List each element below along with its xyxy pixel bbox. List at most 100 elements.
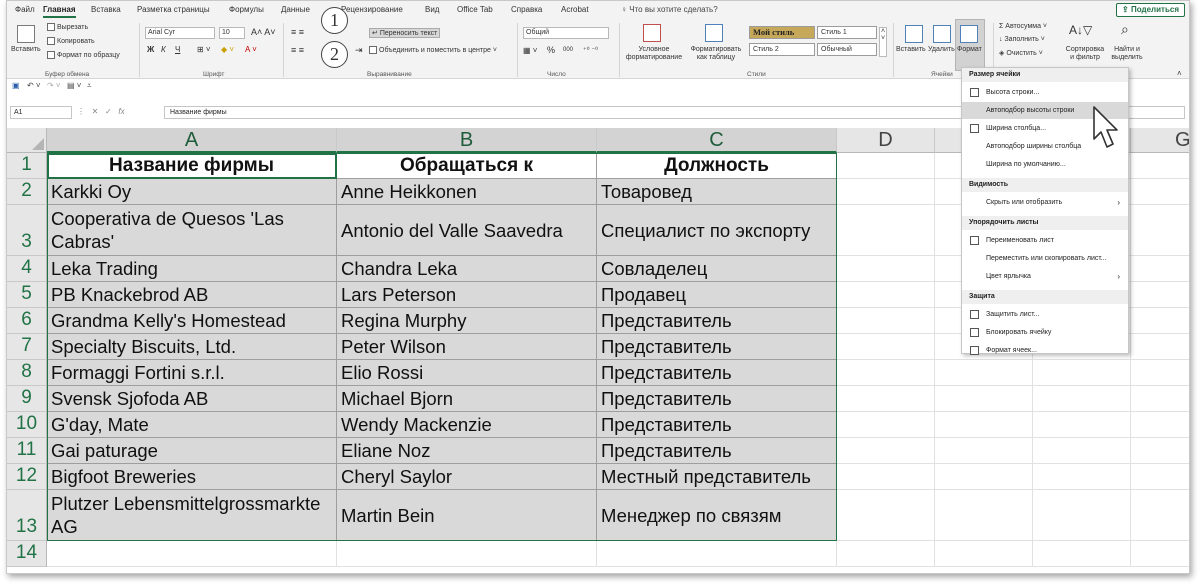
cell-b6[interactable]: Regina Murphy (337, 308, 597, 334)
customize-qat-icon[interactable]: ⩡ (87, 81, 92, 91)
format-painter-button[interactable]: Формат по образцу (47, 51, 120, 59)
styles-scroll-icon[interactable]: ˄ ˅ (879, 27, 887, 57)
column-header-d[interactable]: D (837, 128, 935, 153)
align-left-icon[interactable]: ≡ ≡ (291, 45, 304, 55)
menu-item[interactable]: Цвет ярлычка › (962, 268, 1128, 285)
empty-cell[interactable] (837, 490, 935, 541)
empty-cell[interactable] (935, 464, 1033, 490)
save-icon[interactable]: ▣ (12, 81, 20, 90)
insert-cells-button[interactable]: Вставить (896, 46, 926, 53)
cell-c13[interactable]: Менеджер по связям (597, 490, 837, 541)
cell-a6[interactable]: Grandma Kelly's Homestead (47, 308, 337, 334)
empty-cell[interactable] (935, 438, 1033, 464)
paste-button[interactable]: Вставить (11, 46, 41, 53)
name-box[interactable]: A1 (10, 106, 72, 119)
empty-cell[interactable] (1131, 464, 1189, 490)
font-size-select[interactable]: 10 (219, 27, 245, 39)
empty-cell[interactable] (1033, 386, 1131, 412)
cell-c7[interactable]: Представитель (597, 334, 837, 360)
cell-a12[interactable]: Bigfoot Breweries (47, 464, 337, 490)
column-header-b[interactable]: B (337, 128, 597, 153)
format-cells-icon[interactable] (960, 25, 978, 43)
style-1[interactable]: Стиль 1 (817, 26, 877, 39)
tab-home[interactable]: Главная (43, 5, 76, 18)
empty-cell[interactable] (1131, 153, 1189, 179)
empty-cell[interactable] (837, 205, 935, 256)
empty-cell[interactable] (1131, 205, 1189, 256)
style-my-style[interactable]: Мой стиль (749, 26, 815, 39)
cell-c1[interactable]: Должность (597, 153, 837, 179)
cell-b1[interactable]: Обращаться к (337, 153, 597, 179)
font-grow-icon[interactable]: A˄ A˅ (251, 27, 276, 37)
tab-view[interactable]: Вид (425, 5, 439, 14)
cell-b10[interactable]: Wendy Mackenzie (337, 412, 597, 438)
empty-cell[interactable] (1131, 490, 1189, 541)
column-header-c[interactable]: C (597, 128, 837, 153)
cell-c9[interactable]: Представитель (597, 386, 837, 412)
row-header[interactable]: 9 (7, 386, 47, 412)
cell-b7[interactable]: Peter Wilson (337, 334, 597, 360)
cell-c3[interactable]: Специалист по экспорту (597, 205, 837, 256)
cell-b9[interactable]: Michael Bjorn (337, 386, 597, 412)
sort-filter-button[interactable]: Сортировка и фильтр (1063, 46, 1107, 62)
cell-c5[interactable]: Продавец (597, 282, 837, 308)
undo-icon[interactable]: ↶ ˅ (27, 81, 41, 90)
cell-a1[interactable]: Название фирмы (47, 153, 337, 179)
font-name-select[interactable]: Arial Cyr (145, 27, 215, 39)
cell-c4[interactable]: Совладелец (597, 256, 837, 282)
cell-a13[interactable]: Plutzer Lebensmittelgrossmarkte AG (47, 490, 337, 541)
empty-cell[interactable] (935, 541, 1033, 567)
merge-center-button[interactable]: Объединить и поместить в центре ˅ (369, 46, 497, 54)
tab-formulas[interactable]: Формулы (229, 5, 264, 14)
empty-cell[interactable] (837, 412, 935, 438)
empty-cell[interactable] (1131, 412, 1189, 438)
menu-item[interactable]: Высота строки... (962, 84, 1128, 101)
row-header[interactable]: 2 (7, 179, 47, 205)
cell-b4[interactable]: Chandra Leka (337, 256, 597, 282)
empty-cell[interactable] (837, 464, 935, 490)
empty-cell[interactable] (337, 541, 597, 567)
empty-cell[interactable] (1033, 360, 1131, 386)
conditional-format-icon[interactable] (643, 24, 661, 42)
percent-button[interactable]: % (547, 45, 555, 55)
menu-item[interactable]: Переместить или скопировать лист... (962, 250, 1128, 267)
empty-cell[interactable] (1033, 490, 1131, 541)
redo-icon[interactable]: ↷ ˅ (47, 81, 61, 90)
empty-cell[interactable] (837, 282, 935, 308)
style-2[interactable]: Стиль 2 (749, 43, 815, 56)
autosum-button[interactable]: Σ Автосумма ˅ (999, 23, 1047, 30)
paste-icon[interactable] (17, 25, 35, 43)
cell-a9[interactable]: Svensk Sjofoda AB (47, 386, 337, 412)
empty-cell[interactable] (1033, 438, 1131, 464)
cell-b13[interactable]: Martin Bein (337, 490, 597, 541)
row-header[interactable]: 11 (7, 438, 47, 464)
tab-insert[interactable]: Вставка (91, 5, 121, 14)
cut-button[interactable]: Вырезать (47, 23, 88, 31)
menu-item[interactable]: Скрыть или отобразить › (962, 194, 1128, 211)
empty-cell[interactable] (1131, 256, 1189, 282)
empty-cell[interactable] (1131, 438, 1189, 464)
menu-item[interactable]: Ширина по умолчанию... (962, 156, 1128, 173)
row-header[interactable]: 12 (7, 464, 47, 490)
fill-button[interactable]: ↓ Заполнить ˅ (999, 36, 1045, 43)
empty-cell[interactable] (837, 386, 935, 412)
empty-cell[interactable] (837, 438, 935, 464)
row-header[interactable]: 13 (7, 490, 47, 541)
collapse-ribbon-icon[interactable]: ˄ (1177, 69, 1182, 78)
tab-page-layout[interactable]: Разметка страницы (137, 5, 210, 14)
empty-cell[interactable] (597, 541, 837, 567)
delete-cells-icon[interactable] (933, 25, 951, 43)
empty-cell[interactable] (1131, 334, 1189, 360)
cell-a10[interactable]: G'day, Mate (47, 412, 337, 438)
cell-c6[interactable]: Представитель (597, 308, 837, 334)
empty-cell[interactable] (1033, 541, 1131, 567)
empty-cell[interactable] (837, 334, 935, 360)
insert-cells-icon[interactable] (905, 25, 923, 43)
cell-c11[interactable]: Представитель (597, 438, 837, 464)
cell-a5[interactable]: PB Knackebrod AB (47, 282, 337, 308)
empty-cell[interactable] (1131, 541, 1189, 567)
cell-b5[interactable]: Lars Peterson (337, 282, 597, 308)
align-top-icon[interactable]: ≡ ≡ (291, 27, 304, 37)
borders-icon[interactable]: ⊞ ˅ (197, 45, 211, 54)
fill-color-icon[interactable]: ◆ ˅ (221, 45, 234, 54)
